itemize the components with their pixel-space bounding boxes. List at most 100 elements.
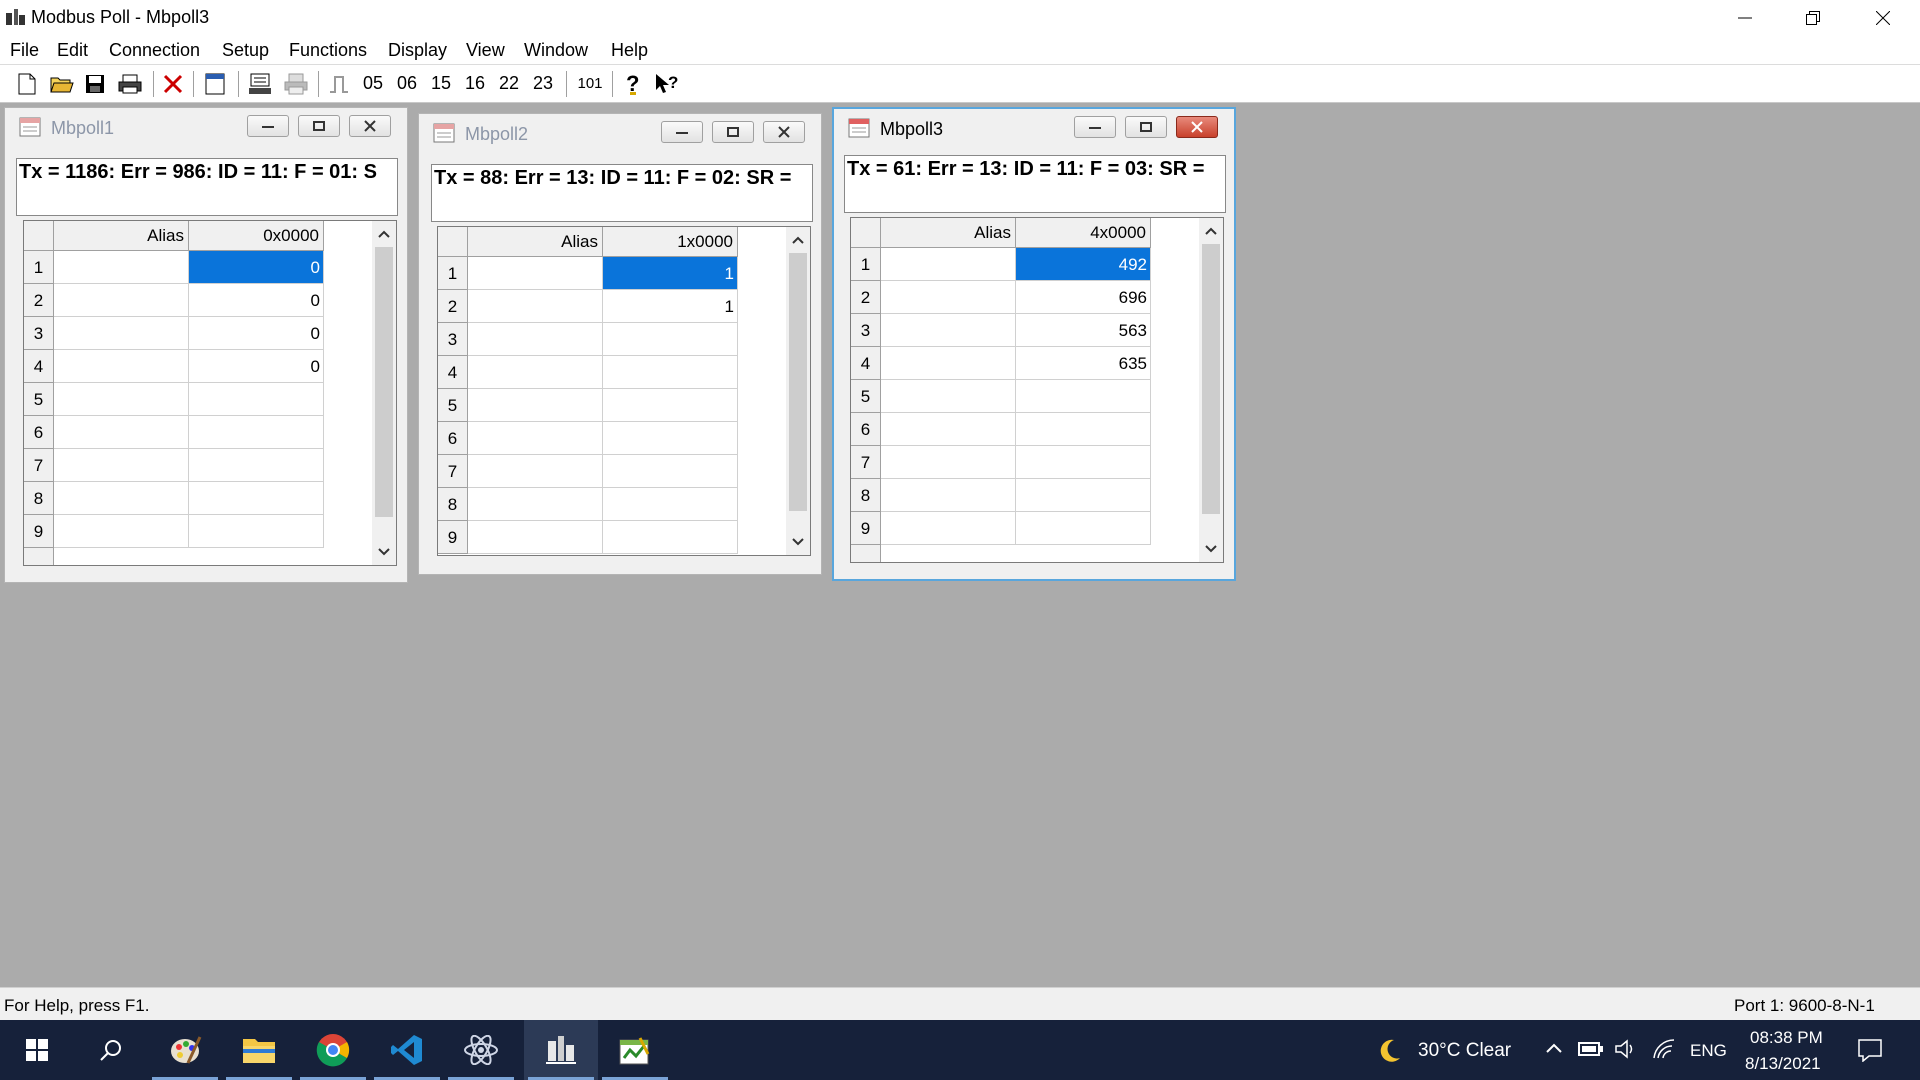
alias-cell[interactable]	[468, 323, 603, 356]
scroll-down-arrow-icon[interactable]	[372, 541, 396, 563]
alias-column-header[interactable]: Alias	[468, 227, 603, 257]
child-maximize-button[interactable]	[298, 115, 340, 137]
scrollbar-thumb[interactable]	[375, 247, 393, 517]
taskbar-app-paint[interactable]	[148, 1020, 222, 1080]
vertical-scrollbar[interactable]	[786, 227, 810, 555]
address-column-header[interactable]: 0x0000	[189, 221, 324, 251]
communication-traffic-button[interactable]: 101	[572, 70, 608, 97]
alias-cell[interactable]	[468, 521, 603, 554]
value-cell[interactable]	[603, 455, 738, 488]
child-title-bar[interactable]: Mbpoll2	[423, 118, 817, 148]
child-minimize-button[interactable]	[1074, 116, 1116, 138]
scroll-up-arrow-icon[interactable]	[1199, 220, 1223, 242]
new-window-button[interactable]	[202, 70, 228, 97]
scroll-down-arrow-icon[interactable]	[786, 531, 810, 553]
taskbar-app-chrome[interactable]	[296, 1020, 370, 1080]
taskbar-app-modbus-slave[interactable]	[598, 1020, 672, 1080]
value-cell[interactable]: 0	[189, 284, 324, 317]
value-cell[interactable]	[189, 416, 324, 449]
close-button[interactable]	[1848, 0, 1918, 36]
open-button[interactable]	[48, 70, 76, 97]
restore-button[interactable]	[1778, 0, 1848, 36]
value-cell[interactable]: 0	[189, 317, 324, 350]
menu-edit[interactable]: Edit	[57, 40, 88, 61]
alias-cell[interactable]	[881, 479, 1016, 512]
menu-setup[interactable]: Setup	[222, 40, 269, 61]
value-cell[interactable]	[189, 449, 324, 482]
value-cell[interactable]: 0	[189, 350, 324, 383]
fc-05-button[interactable]: 05	[358, 70, 388, 97]
value-cell[interactable]: 635	[1016, 347, 1151, 380]
child-window-mbpoll3[interactable]: Mbpoll3 Tx = 61: Err = 13: ID = 11: F = …	[832, 107, 1236, 581]
alias-cell[interactable]	[54, 251, 189, 284]
taskbar-app-file-explorer[interactable]	[222, 1020, 296, 1080]
menu-window[interactable]: Window	[524, 40, 588, 61]
menu-view[interactable]: View	[466, 40, 505, 61]
alias-cell[interactable]	[881, 413, 1016, 446]
alias-cell[interactable]	[54, 515, 189, 548]
pulse-button[interactable]	[326, 70, 352, 97]
vertical-scrollbar[interactable]	[372, 221, 396, 565]
child-maximize-button[interactable]	[712, 121, 754, 143]
value-cell-selected[interactable]: 0	[189, 251, 324, 284]
value-cell-selected[interactable]: 492	[1016, 248, 1151, 281]
child-title-bar[interactable]: Mbpoll3	[838, 113, 1230, 143]
scroll-up-arrow-icon[interactable]	[372, 223, 396, 245]
alias-cell[interactable]	[881, 380, 1016, 413]
new-button[interactable]	[14, 70, 40, 97]
alias-cell[interactable]	[54, 383, 189, 416]
disconnect-button[interactable]	[160, 70, 186, 97]
value-cell[interactable]	[603, 521, 738, 554]
value-cell[interactable]	[1016, 380, 1151, 413]
alias-cell[interactable]	[54, 317, 189, 350]
data-grid[interactable]: Alias 1x0000 1 2 3 4 5 6 7 8 9 1 1	[437, 226, 811, 556]
alias-cell[interactable]	[468, 455, 603, 488]
alias-cell[interactable]	[468, 488, 603, 521]
child-minimize-button[interactable]	[247, 115, 289, 137]
fc-23-button[interactable]: 23	[528, 70, 558, 97]
child-title-bar[interactable]: Mbpoll1	[9, 112, 403, 142]
data-grid[interactable]: Alias 4x0000 1 2 3 4 5 6 7 8 9 492 696 5…	[850, 217, 1224, 563]
value-cell[interactable]	[189, 482, 324, 515]
print-button[interactable]	[116, 70, 144, 97]
fc-22-button[interactable]: 22	[494, 70, 524, 97]
child-close-button[interactable]	[763, 121, 805, 143]
alias-cell[interactable]	[468, 422, 603, 455]
search-button[interactable]	[74, 1020, 148, 1080]
alias-cell[interactable]	[881, 248, 1016, 281]
address-column-header[interactable]: 4x0000	[1016, 218, 1151, 248]
value-cell[interactable]	[603, 356, 738, 389]
alias-cell[interactable]	[468, 356, 603, 389]
menu-display[interactable]: Display	[388, 40, 447, 61]
child-window-mbpoll1[interactable]: Mbpoll1 Tx = 1186: Err = 986: ID = 11: F…	[4, 107, 408, 583]
alias-cell[interactable]	[881, 347, 1016, 380]
vertical-scrollbar[interactable]	[1199, 218, 1223, 562]
value-cell[interactable]	[1016, 479, 1151, 512]
menu-file[interactable]: File	[10, 40, 39, 61]
alias-cell[interactable]	[468, 290, 603, 323]
value-cell[interactable]	[1016, 413, 1151, 446]
wifi-icon[interactable]	[1652, 1038, 1676, 1060]
value-cell[interactable]	[1016, 512, 1151, 545]
value-cell[interactable]	[603, 323, 738, 356]
data-grid[interactable]: Alias 0x0000 1 2 3 4 5 6 7 8 9 0 0 0 0	[23, 220, 397, 566]
value-cell[interactable]: 696	[1016, 281, 1151, 314]
notification-center-icon[interactable]	[1857, 1038, 1883, 1062]
fc-16-button[interactable]: 16	[460, 70, 490, 97]
value-cell[interactable]	[1016, 446, 1151, 479]
language-indicator[interactable]: ENG	[1690, 1041, 1727, 1061]
child-window-mbpoll2[interactable]: Mbpoll2 Tx = 88: Err = 13: ID = 11: F = …	[418, 113, 822, 575]
alias-cell[interactable]	[468, 389, 603, 422]
fc-15-button[interactable]: 15	[426, 70, 456, 97]
show-hidden-icons-chevron-icon[interactable]	[1545, 1040, 1563, 1058]
clock-date[interactable]: 8/13/2021	[1745, 1054, 1821, 1074]
scroll-down-arrow-icon[interactable]	[1199, 538, 1223, 560]
fc-06-button[interactable]: 06	[392, 70, 422, 97]
scroll-up-arrow-icon[interactable]	[786, 229, 810, 251]
value-cell[interactable]	[603, 488, 738, 521]
weather-text[interactable]: 30°C Clear	[1418, 1040, 1511, 1062]
scrollbar-thumb[interactable]	[1202, 244, 1220, 514]
alias-cell[interactable]	[881, 314, 1016, 347]
value-cell[interactable]	[603, 389, 738, 422]
alias-cell[interactable]	[881, 512, 1016, 545]
